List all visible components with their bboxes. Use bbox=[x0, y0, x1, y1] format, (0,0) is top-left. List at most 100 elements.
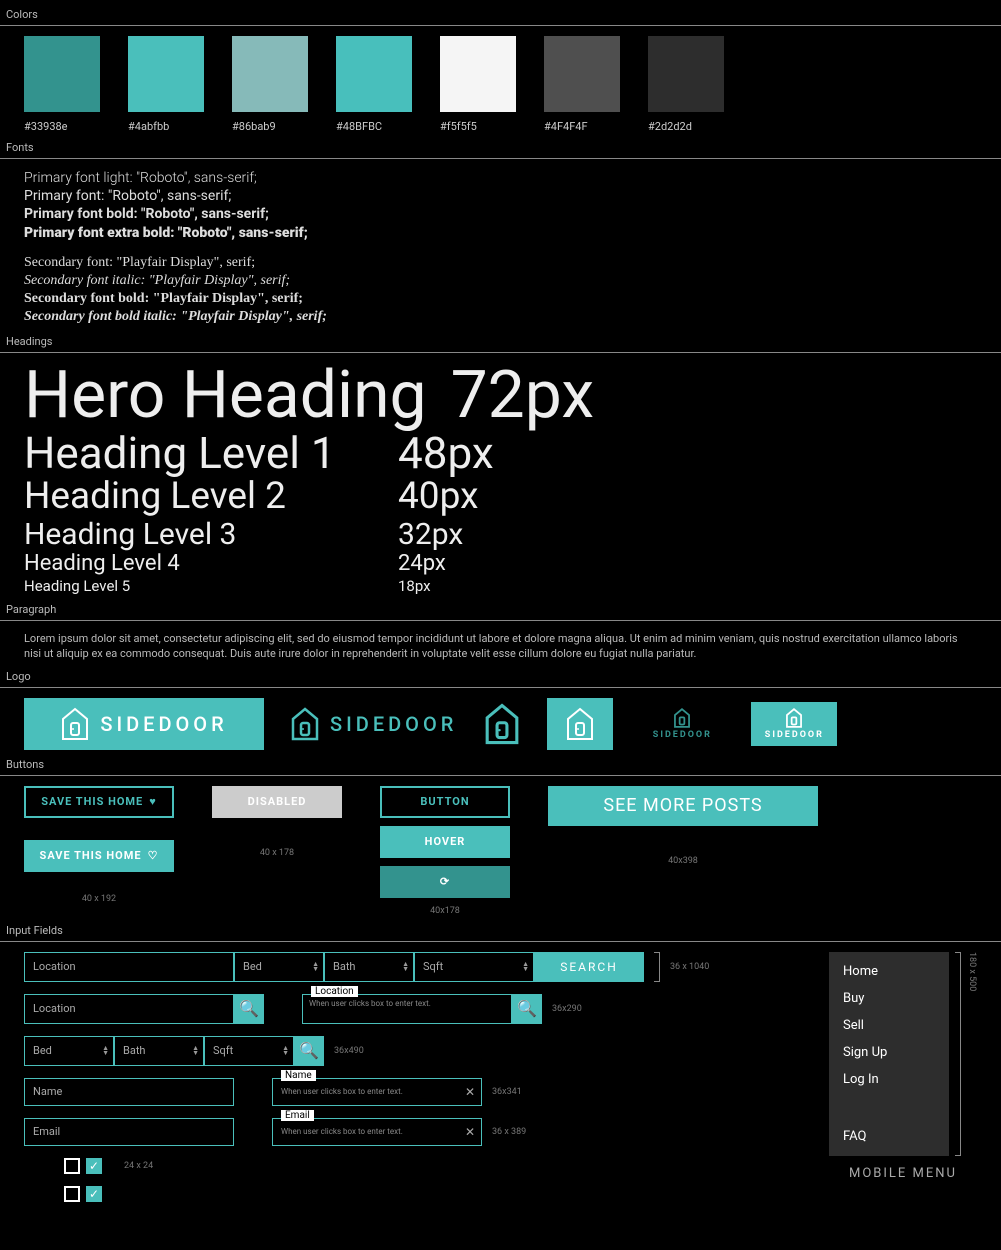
house-icon bbox=[60, 707, 90, 741]
paragraph-sample: Lorem ipsum dolor sit amet, consectetur … bbox=[24, 631, 977, 662]
menu-item-faq[interactable]: FAQ bbox=[843, 1129, 935, 1144]
stepper-icon: ▲▼ bbox=[522, 962, 529, 972]
swatch-label: #4abfbb bbox=[128, 120, 204, 133]
search-button[interactable]: SEARCH bbox=[534, 952, 644, 982]
logo-filled-horizontal: SIDEDOOR bbox=[24, 698, 264, 750]
search-icon: 🔍 bbox=[239, 999, 259, 1018]
floating-label: Name bbox=[281, 1070, 316, 1081]
clear-icon[interactable]: ✕ bbox=[465, 1085, 475, 1099]
floating-label: Location bbox=[311, 986, 358, 997]
divider bbox=[0, 775, 1001, 776]
section-label-colors: Colors bbox=[0, 0, 1001, 25]
search-icon-button[interactable]: 🔍 bbox=[234, 994, 264, 1024]
bed-select[interactable]: Bed▲▼ bbox=[24, 1036, 114, 1066]
dimension-label: 36x341 bbox=[492, 1087, 522, 1097]
see-more-button[interactable]: SEE MORE POSTS bbox=[548, 786, 818, 826]
dimension-label: 180 x 500 bbox=[967, 952, 977, 1156]
email-input[interactable]: Email bbox=[24, 1118, 234, 1146]
mobile-menu: Home Buy Sell Sign Up Log In FAQ bbox=[829, 952, 949, 1156]
logo-variants: SIDEDOOR SIDEDOOR SIDEDOOR SIDEDOOR bbox=[24, 698, 977, 750]
h3: Heading Level 3 bbox=[24, 518, 374, 551]
dimension-label: 40x178 bbox=[430, 906, 460, 916]
search-icon: 🔍 bbox=[299, 1041, 319, 1060]
bracket bbox=[654, 952, 660, 982]
name-input[interactable]: Name bbox=[24, 1078, 234, 1106]
section-label-fonts: Fonts bbox=[0, 133, 1001, 158]
logo-square-filled bbox=[547, 698, 613, 750]
disabled-button: DISABLED bbox=[212, 786, 342, 818]
section-label-headings: Headings bbox=[0, 327, 1001, 352]
h2-size: 40px bbox=[398, 477, 478, 518]
search-icon-button[interactable]: 🔍 bbox=[294, 1036, 324, 1066]
house-icon bbox=[673, 708, 691, 728]
swatch-label: #4F4F4F bbox=[544, 120, 620, 133]
swatch bbox=[24, 36, 100, 112]
divider bbox=[0, 620, 1001, 621]
section-label-buttons: Buttons bbox=[0, 750, 1001, 775]
heart-icon: ♥ bbox=[149, 795, 157, 808]
swatch-label: #33938e bbox=[24, 120, 100, 133]
checkbox-empty[interactable] bbox=[64, 1158, 80, 1174]
search-icon-button[interactable]: 🔍 bbox=[512, 994, 542, 1024]
dimension-label: 36 x 1040 bbox=[670, 962, 709, 972]
swatch-label: #86bab9 bbox=[232, 120, 308, 133]
sqft-select[interactable]: Sqft▲▼ bbox=[204, 1036, 294, 1066]
divider bbox=[0, 352, 1001, 353]
h3-size: 32px bbox=[398, 518, 463, 551]
menu-item-login[interactable]: Log In bbox=[843, 1072, 935, 1087]
hero-heading: Hero Heading bbox=[24, 363, 427, 429]
menu-item-sell[interactable]: Sell bbox=[843, 1018, 935, 1033]
checkbox-empty[interactable] bbox=[64, 1186, 80, 1202]
hero-size: 72px bbox=[451, 363, 595, 429]
logo-text: SIDEDOOR bbox=[765, 730, 824, 740]
swatch-label: #f5f5f5 bbox=[440, 120, 516, 133]
section-label-paragraph: Paragraph bbox=[0, 595, 1001, 620]
stepper-icon: ▲▼ bbox=[192, 1046, 199, 1056]
checkbox-checked[interactable]: ✓ bbox=[86, 1158, 102, 1174]
font-secondary: Secondary font: "Playfair Display", seri… bbox=[24, 254, 977, 272]
logo-text: SIDEDOOR bbox=[100, 712, 227, 736]
h1: Heading Level 1 bbox=[24, 429, 374, 477]
h4-size: 24px bbox=[398, 551, 446, 577]
sqft-select[interactable]: Sqft▲▼ bbox=[414, 952, 534, 982]
save-home-filled-button[interactable]: SAVE THIS HOME♡ bbox=[24, 840, 174, 872]
swatch-label: #48BFBC bbox=[336, 120, 412, 133]
stepper-icon: ▲▼ bbox=[402, 962, 409, 972]
floating-label: Email bbox=[281, 1110, 314, 1121]
location-input[interactable]: Location bbox=[24, 994, 234, 1024]
swatch bbox=[648, 36, 724, 112]
swatch bbox=[544, 36, 620, 112]
logo-small-outline: SIDEDOOR bbox=[639, 702, 725, 746]
loading-button[interactable]: ⟳ bbox=[380, 866, 510, 898]
menu-item-home[interactable]: Home bbox=[843, 964, 935, 979]
stepper-icon: ▲▼ bbox=[102, 1046, 109, 1056]
location-input[interactable]: Location bbox=[24, 952, 234, 982]
button-outline[interactable]: BUTTON bbox=[380, 786, 510, 818]
font-primary-xbold: Primary font extra bold: "Roboto", sans-… bbox=[24, 224, 977, 242]
swatch bbox=[336, 36, 412, 112]
hover-button[interactable]: HOVER bbox=[380, 826, 510, 858]
h5-size: 18px bbox=[398, 577, 431, 595]
checkbox-checked[interactable]: ✓ bbox=[86, 1186, 102, 1202]
logo-small-filled: SIDEDOOR bbox=[751, 702, 837, 746]
location-input-focused[interactable]: Location When user clicks box to enter t… bbox=[302, 994, 512, 1024]
menu-item-buy[interactable]: Buy bbox=[843, 991, 935, 1006]
email-input-focused[interactable]: Email When user clicks box to enter text… bbox=[272, 1118, 482, 1146]
dimension-label: 36x290 bbox=[552, 1004, 582, 1014]
font-secondary-bold: Secondary font bold: "Playfair Display",… bbox=[24, 290, 977, 308]
logo-outline-horizontal: SIDEDOOR bbox=[290, 698, 457, 750]
house-icon bbox=[565, 707, 595, 741]
name-input-focused[interactable]: Name When user clicks box to enter text.… bbox=[272, 1078, 482, 1106]
menu-item-signup[interactable]: Sign Up bbox=[843, 1045, 935, 1060]
dimension-label: 40 x 178 bbox=[260, 848, 294, 858]
stepper-icon: ▲▼ bbox=[312, 962, 319, 972]
save-home-outline-button[interactable]: SAVE THIS HOME♥ bbox=[24, 786, 174, 818]
bath-select[interactable]: Bath▲▼ bbox=[324, 952, 414, 982]
bath-select[interactable]: Bath▲▼ bbox=[114, 1036, 204, 1066]
clear-icon[interactable]: ✕ bbox=[465, 1125, 475, 1139]
h4: Heading Level 4 bbox=[24, 551, 374, 577]
logo-text: SIDEDOOR bbox=[653, 730, 712, 740]
bed-select[interactable]: Bed▲▼ bbox=[234, 952, 324, 982]
bracket bbox=[955, 952, 961, 1156]
font-secondary-bold-italic: Secondary font bold italic: "Playfair Di… bbox=[24, 308, 977, 326]
